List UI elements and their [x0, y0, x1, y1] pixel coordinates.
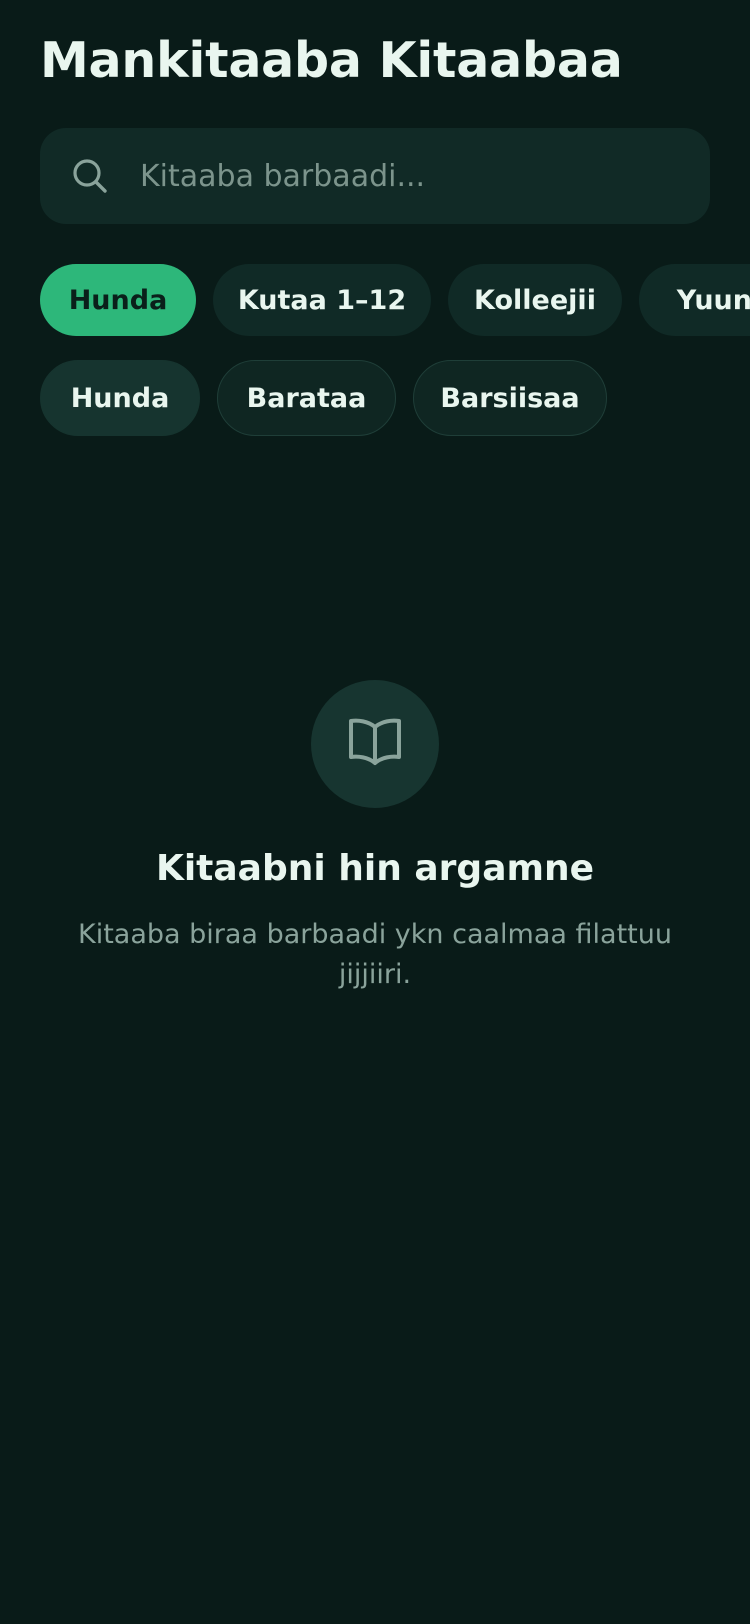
- search-bar[interactable]: [40, 128, 710, 224]
- empty-state-description: Kitaaba biraa barbaadi ykn caalmaa filat…: [78, 919, 672, 990]
- filter-chip-student[interactable]: Baratаa: [217, 360, 396, 436]
- filter-chip-all-types[interactable]: Hunda: [40, 360, 200, 436]
- empty-state: Kitaabni hin argamne Kitaaba biraa barba…: [0, 680, 750, 995]
- empty-state-icon-circle: [311, 680, 439, 808]
- page-title: Mankitaaba Kitaabaa: [40, 32, 623, 89]
- filter-chip-college[interactable]: Kolleejii: [448, 264, 622, 336]
- filter-chip-all-levels[interactable]: Hunda: [40, 264, 196, 336]
- filter-chip-grade-1-12[interactable]: Kutaa 1–12: [213, 264, 431, 336]
- search-input[interactable]: [138, 146, 710, 206]
- open-book-icon: [348, 717, 402, 771]
- empty-state-title: Kitaabni hin argamne: [155, 848, 595, 889]
- book-library-screen: Mankitaaba Kitaabaa Hunda Kutaa 1–12 Kol…: [0, 0, 750, 1624]
- search-icon: [70, 156, 110, 196]
- type-filter-chips: Hunda Baratаa Barsiisaa: [40, 360, 607, 436]
- filter-chip-university[interactable]: Yuuni: [639, 264, 750, 336]
- level-filter-chips: Hunda Kutaa 1–12 Kolleejii Yuuni: [40, 264, 750, 336]
- filter-chip-teacher[interactable]: Barsiisaa: [413, 360, 607, 436]
